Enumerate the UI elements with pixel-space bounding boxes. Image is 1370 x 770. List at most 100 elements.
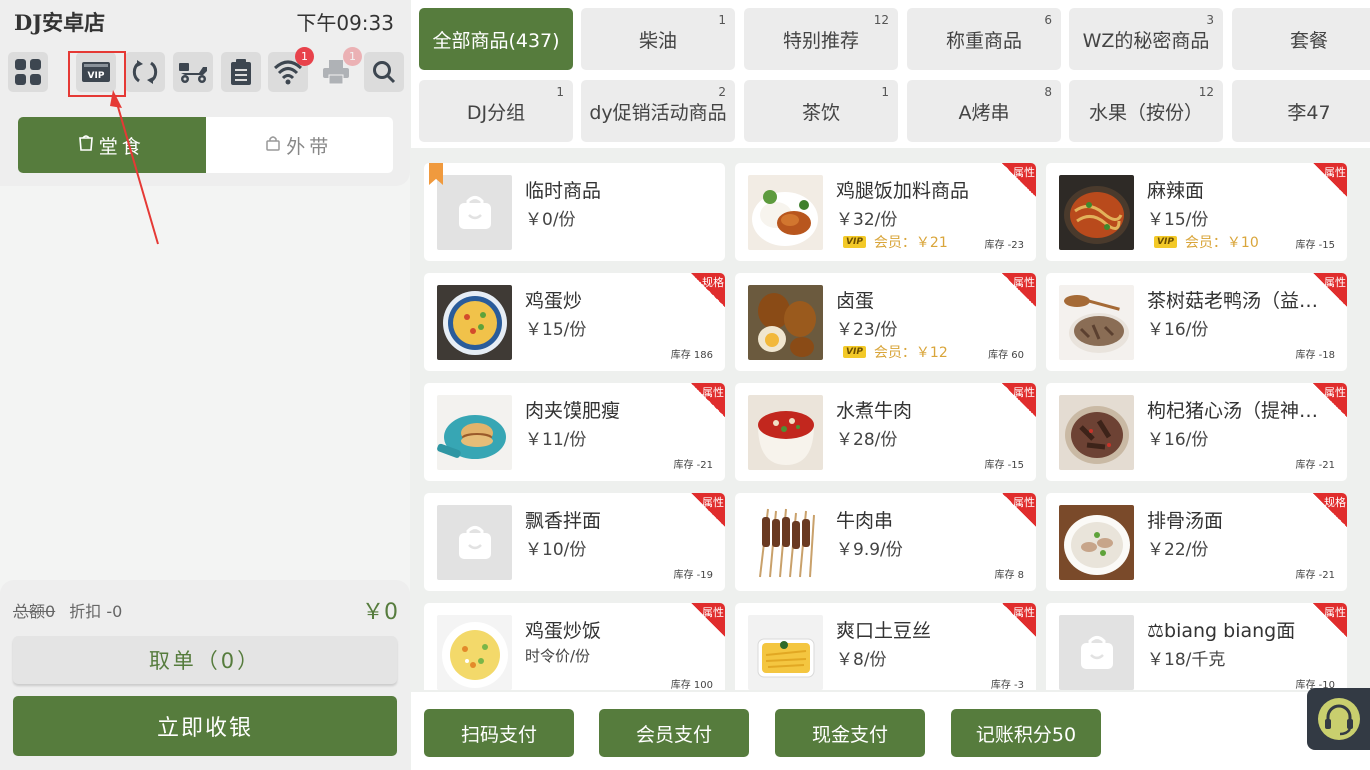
product-card[interactable]: 排骨汤面 ￥22/份库存 -21 规格 [1046, 493, 1347, 591]
svg-text:VIP: VIP [88, 71, 105, 81]
category-label: 柴油 [638, 29, 677, 52]
delivery-scooter-icon [179, 63, 207, 83]
customer-support-button[interactable] [1307, 688, 1370, 750]
product-stock: 库存 186 [670, 350, 713, 361]
product-price: ￥15/份 [1147, 210, 1209, 230]
product-card[interactable]: 鸡蛋炒 ￥15/份 库存 186 规格 [424, 273, 725, 371]
category-label: A烤串 [958, 101, 1010, 124]
category-tab[interactable]: 套餐2 [1232, 8, 1370, 70]
category-tab[interactable]: 茶饮 1 [744, 80, 898, 142]
category-label: dy促销活动商品 [589, 101, 727, 124]
product-image [1059, 505, 1134, 580]
product-grid: 临时商品 ￥0/份 鸡腿饭加料商品 ￥32/份 VIP 会员：￥21 库存 -23 属性 麻辣面… [411, 150, 1370, 690]
category-tab[interactable]: 特别推荐 12 [744, 8, 898, 70]
product-tag-label: 属性 [702, 606, 724, 619]
category-count: 3 [1206, 13, 1214, 27]
category-count: 2 [718, 85, 726, 99]
product-card[interactable]: 茶树菇老鸭汤（益气补血） ￥16/份库存 -18 属性 [1046, 273, 1347, 371]
product-name: 排骨汤面 [1147, 510, 1224, 532]
product-card[interactable]: 肉夹馍肥瘦 ￥11/份 库存 -21 属性 [424, 383, 725, 481]
category-tab[interactable]: dy促销活动商品 2 [581, 80, 735, 142]
product-tag: 属性 [1313, 163, 1347, 197]
takeout-tab[interactable]: 外带 [206, 117, 394, 173]
category-count: 1 [556, 85, 564, 99]
payment-button[interactable]: 现金支付 [775, 709, 925, 757]
payment-button[interactable]: 会员支付 [599, 709, 749, 757]
order-panel-header: DJ安卓店 下午09:33 VIP 1 1 堂食 外带 [0, 0, 410, 186]
category-count: 1 [881, 85, 889, 99]
product-card[interactable]: 临时商品 ￥0/份 [424, 163, 725, 261]
product-image [748, 285, 823, 360]
product-tag-label: 属性 [702, 496, 724, 509]
category-tab[interactable]: WZ的秘密商品 3 [1069, 8, 1223, 70]
product-price: ￥22/份 [1147, 540, 1209, 560]
category-tab[interactable]: 称重商品 6 [907, 8, 1061, 70]
total-amount: 总额0 [13, 602, 55, 621]
search-button[interactable] [364, 52, 404, 92]
product-image [748, 175, 823, 250]
pickup-order-button[interactable]: 取单（0） [13, 636, 397, 684]
product-name: 水煮牛肉 [836, 400, 913, 422]
checkout-button[interactable]: 立即收银 [13, 696, 397, 756]
vip-card-button[interactable]: VIP [76, 52, 116, 92]
payment-button[interactable]: 记账积分50 [951, 709, 1101, 757]
member-price: VIP 会员：￥21 [843, 232, 948, 252]
category-label: 茶饮 [801, 101, 840, 124]
category-bar: 全部商品(437)柴油1特别推荐12称重商品6WZ的秘密商品3套餐2DJ分组1d… [411, 0, 1370, 148]
member-price-label: 会员：￥10 [1184, 235, 1259, 251]
product-tag-label: 属性 [702, 386, 724, 399]
category-count: 8 [1044, 85, 1052, 99]
printer-button[interactable]: 1 [316, 47, 362, 92]
network-button[interactable]: 1 [268, 47, 314, 92]
category-label: 水果（按份） [1088, 101, 1203, 124]
delivery-button[interactable] [173, 52, 213, 92]
product-card[interactable]: 飘香拌面 ￥10/份 库存 -19 属性 [424, 493, 725, 591]
product-card[interactable]: 卤蛋 ￥23/份 VIP 会员：￥12 库存 60 属性 [735, 273, 1036, 371]
product-price: 时令价/份 [525, 647, 591, 665]
product-card[interactable]: ⚖biang biang面 ￥18/千克 库存 -10 属性 [1046, 603, 1347, 690]
grid-icon [15, 59, 41, 85]
total-value: 0 [45, 602, 56, 621]
product-card[interactable]: 牛肉串 ￥9.9/份 库存 8 属性 [735, 493, 1036, 591]
order-panel: DJ安卓店 下午09:33 VIP 1 1 堂食 外带 总额0 折扣 -0 ￥0… [0, 0, 410, 770]
payment-button[interactable]: 扫码支付 [424, 709, 574, 757]
category-tab[interactable]: 柴油 1 [581, 8, 735, 70]
order-type-toggle: 堂食 外带 [18, 117, 393, 173]
printer-badge: 1 [343, 47, 362, 66]
product-card[interactable]: 鸡腿饭加料商品 ￥32/份 VIP 会员：￥21 库存 -23 属性 [735, 163, 1036, 261]
product-card[interactable]: 麻辣面 ￥15/份 VIP 会员：￥10 库存 -15 属性 [1046, 163, 1347, 261]
clock: 下午09:33 [296, 11, 394, 35]
category-tab[interactable]: 全部商品(437) [419, 8, 573, 70]
product-stock: 库存 -21 [1295, 570, 1335, 581]
category-tab[interactable]: DJ分组 1 [419, 80, 573, 142]
product-image [437, 285, 512, 360]
category-tab[interactable]: 水果（按份） 12 [1069, 80, 1223, 142]
product-name: 鸡腿饭加料商品 [836, 180, 970, 202]
product-tag: 规格 [1313, 493, 1347, 527]
product-stock: 库存 -21 [673, 460, 713, 471]
product-tag: 属性 [691, 383, 725, 417]
dine-in-tab[interactable]: 堂食 [18, 117, 206, 173]
product-tag-label: 属性 [1324, 606, 1346, 619]
product-stock: 库存 -15 [984, 460, 1024, 471]
product-card[interactable]: 爽口土豆丝 ￥8/份 库存 -3 属性 [735, 603, 1036, 690]
product-card[interactable]: 枸杞猪心汤（提神补气） ￥16/份库存 -21 属性 [1046, 383, 1347, 481]
product-name: 枸杞猪心汤（提神补气） [1147, 400, 1327, 422]
category-tab[interactable]: 李473 [1232, 80, 1370, 142]
orders-button[interactable] [221, 52, 261, 92]
toolbar: VIP 1 1 [8, 47, 404, 92]
product-price: ￥18/千克 [1147, 650, 1226, 670]
product-card[interactable]: 水煮牛肉 ￥28/份 库存 -15 属性 [735, 383, 1036, 481]
product-name: 爽口土豆丝 [836, 620, 932, 642]
totals-line: 总额0 折扣 -0 [13, 598, 122, 622]
product-tag: 属性 [1002, 383, 1036, 417]
product-card[interactable]: 鸡蛋炒饭 时令价/份 库存 100 属性 [424, 603, 725, 690]
product-tag: 属性 [691, 493, 725, 527]
total-label: 总额 [13, 602, 46, 621]
grid-menu-button[interactable] [8, 52, 48, 92]
bookmark-icon [429, 163, 443, 185]
product-tag: 属性 [1002, 163, 1036, 197]
category-tab[interactable]: A烤串 8 [907, 80, 1061, 142]
refresh-button[interactable] [125, 52, 165, 92]
product-name: 鸡蛋炒饭 [525, 620, 602, 642]
